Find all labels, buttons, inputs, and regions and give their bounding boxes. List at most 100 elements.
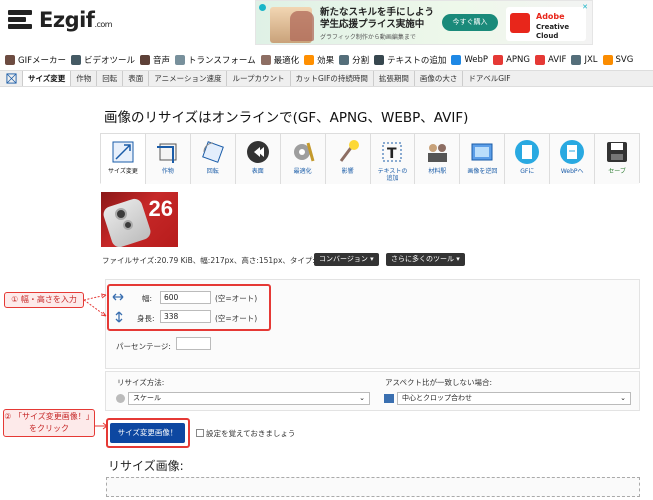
tool-crop[interactable]: 作物 xyxy=(144,134,190,184)
method-panel xyxy=(105,371,640,411)
svg-icon xyxy=(602,55,613,65)
aspect-value: 中心とクロップ合わせ xyxy=(402,394,472,402)
split-icon xyxy=(339,55,350,65)
menu-item-label: 音声 xyxy=(153,56,171,66)
tool-label: 最適化 xyxy=(294,168,312,175)
menu-item-11[interactable]: JXL xyxy=(571,55,598,65)
submenu-item-8[interactable]: 画像の大さ xyxy=(413,71,463,86)
submenu-item-7[interactable]: 拡張期間 xyxy=(372,71,414,86)
resize-icon xyxy=(110,139,136,165)
tool-add-text[interactable]: T テキストの 追加 xyxy=(369,134,415,184)
menu-item-2[interactable]: 音声 xyxy=(140,54,170,66)
submenu-item-5[interactable]: ループカウント xyxy=(226,71,289,86)
aspect-select[interactable]: 中心とクロップ合わせ ⌄ xyxy=(397,392,631,405)
tool-to-gif[interactable]: GFに xyxy=(504,134,550,184)
menu-item-label: AVIF xyxy=(547,55,567,65)
tool-label: セーブ xyxy=(608,168,626,175)
tool-label-line: GFに xyxy=(520,168,535,175)
tool-optimize-tool[interactable]: 最適化 xyxy=(279,134,325,184)
menu-item-6[interactable]: 分割 xyxy=(339,54,369,66)
ad-title-line1: 新たなスキルを手にしよう xyxy=(320,7,435,18)
menu-item-label: テキストの追加 xyxy=(387,56,447,66)
menu-item-5[interactable]: 効果 xyxy=(304,54,334,66)
aspect-icon xyxy=(384,394,394,403)
save-icon xyxy=(604,139,630,165)
callout-arrows xyxy=(84,293,107,317)
audio-icon xyxy=(140,55,150,65)
tool-label-line: 材料駅 xyxy=(428,168,447,175)
aspect-label: アスペクト比が一致しない場合: xyxy=(385,378,493,387)
resize-method-value: スケール xyxy=(133,394,161,402)
submenu-item-4[interactable]: アニメーション速度 xyxy=(148,71,226,86)
menu-item-label: 効果 xyxy=(317,56,335,66)
submenu-item-2[interactable]: 回転 xyxy=(96,71,122,86)
ad-brand[interactable]: Adobe Creative Cloud xyxy=(506,7,586,41)
submenu-item-9[interactable]: ドアベルGIF xyxy=(462,71,515,86)
ad-info-icon[interactable] xyxy=(259,4,266,11)
tool-to-webp[interactable]: WebPへ xyxy=(549,134,595,184)
svg-text:T: T xyxy=(387,146,397,162)
resize-method-select[interactable]: スケール ⌄ xyxy=(128,392,370,405)
main-menu: GIFメーカー ビデオツール 音声 トランスフォーム 最適化 効果 分割 テキストの追加 Web… xyxy=(0,52,653,68)
menu-item-label: WebP xyxy=(464,55,489,65)
menu-item-label: ビデオツール xyxy=(83,56,135,66)
percentage-label: パーセンテージ: xyxy=(116,342,171,351)
submenu-item-6[interactable]: カットGIFの持続時間 xyxy=(289,71,373,86)
result-area xyxy=(106,477,640,497)
tool-effects-tool[interactable]: 影響 xyxy=(324,134,370,184)
convert-dropdown[interactable]: コンバージョン ▾ xyxy=(314,253,379,266)
width-note: (空=オート) xyxy=(215,294,258,303)
tool-label: サイズ変更 xyxy=(108,168,138,175)
tool-label: テキストの 追加 xyxy=(378,168,408,182)
submenu-item-3[interactable]: 表面 xyxy=(122,71,148,86)
menu-item-12[interactable]: SVG xyxy=(602,55,633,65)
tool-reverse[interactable]: 画像を逆回 xyxy=(459,134,505,184)
menu-item-1[interactable]: ビデオツール xyxy=(70,54,135,66)
percentage-input[interactable] xyxy=(176,337,211,350)
resize-image-button[interactable]: サイズ変更画像！ xyxy=(110,423,185,443)
tool-label: 表面 xyxy=(252,168,264,175)
ad-brand-line1: Adobe xyxy=(536,12,565,21)
tool-overlay[interactable]: 材料駅 xyxy=(414,134,460,184)
avif-icon xyxy=(534,55,545,65)
menu-item-7[interactable]: テキストの追加 xyxy=(374,54,446,66)
tool-resize[interactable]: サイズ変更 xyxy=(100,134,145,184)
remember-label: 設定を覚えておきましょう xyxy=(206,429,296,438)
ad-close-icon[interactable]: ✕ xyxy=(582,3,588,11)
resize-method-label: リサイズ方法: xyxy=(117,378,165,387)
height-input[interactable]: 338 xyxy=(160,310,211,323)
width-input[interactable]: 600 xyxy=(160,291,211,304)
ad-subtitle: グラフィック制作から動画編集まで xyxy=(320,34,416,41)
menu-item-label: JXL xyxy=(584,55,598,65)
page-title: 画像のリサイズはオンラインで(GF、APNG、WEBP、AVIF) xyxy=(104,110,469,126)
menu-item-10[interactable]: AVIF xyxy=(534,55,567,65)
home-icon[interactable] xyxy=(0,71,22,86)
tool-save[interactable]: セーブ xyxy=(594,134,640,184)
menu-item-8[interactable]: WebP xyxy=(451,55,488,65)
remember-checkbox[interactable] xyxy=(196,429,204,437)
height-label: 身長: xyxy=(137,314,155,323)
result-heading: リサイズ画像: xyxy=(108,459,184,473)
more-tools-dropdown[interactable]: さらに多くのツール ▾ xyxy=(386,253,465,266)
ad-title-line2: 学生応援プライス実施中 xyxy=(320,19,425,30)
tool-rotate[interactable]: 回転 xyxy=(189,134,235,184)
ad-banner[interactable]: 新たなスキルを手にしよう 学生応援プライス実施中 グラフィック制作から動画編集ま… xyxy=(255,0,593,45)
menu-item-4[interactable]: 最適化 xyxy=(260,54,299,66)
tool-flip[interactable]: 表面 xyxy=(234,134,280,184)
width-label: 幅: xyxy=(142,294,153,303)
menu-item-9[interactable]: APNG xyxy=(493,55,530,65)
menu-item-3[interactable]: トランスフォーム xyxy=(175,54,256,66)
height-note: (空=オート) xyxy=(215,314,258,323)
menu-item-label: 分割 xyxy=(352,56,370,66)
tool-label: 回転 xyxy=(207,168,219,175)
image-preview: 26 xyxy=(101,192,178,247)
submenu-item-1[interactable]: 作物 xyxy=(70,71,96,86)
ad-cta-button[interactable]: 今すぐ購入 xyxy=(442,14,498,31)
method-icon xyxy=(116,394,125,403)
menu-item-0[interactable]: GIFメーカー xyxy=(5,54,66,66)
site-logo[interactable]: Ezgif.com xyxy=(8,8,113,32)
gif-maker-icon xyxy=(5,55,15,65)
menu-item-label: APNG xyxy=(506,55,530,65)
submenu-item-0[interactable]: サイズ変更 xyxy=(22,71,71,86)
crop-icon xyxy=(155,139,181,165)
